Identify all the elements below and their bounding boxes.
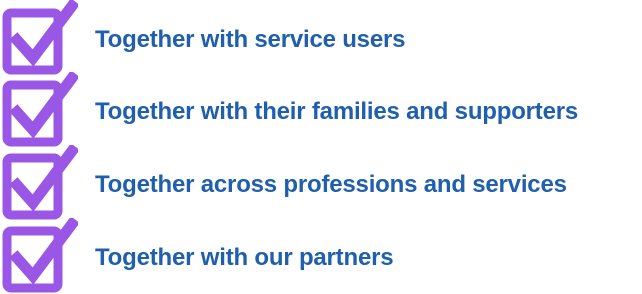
item-label: Together with service users [95,26,406,53]
list-item: Together across professions and services [0,145,642,221]
checkbox-checked-icon [2,145,78,220]
list-item: Together with service users [0,0,642,76]
checklist: Together with service users Together wit… [0,0,642,294]
item-label: Together with our partners [95,244,394,271]
checkbox-checked-icon [2,72,78,147]
list-item: Together with their families and support… [0,72,642,148]
checkbox-checked-icon [2,0,78,75]
item-label: Together across professions and services [95,171,567,198]
list-item: Together with our partners [0,218,642,294]
item-label: Together with their families and support… [95,98,579,125]
checkbox-checked-icon [2,218,78,293]
